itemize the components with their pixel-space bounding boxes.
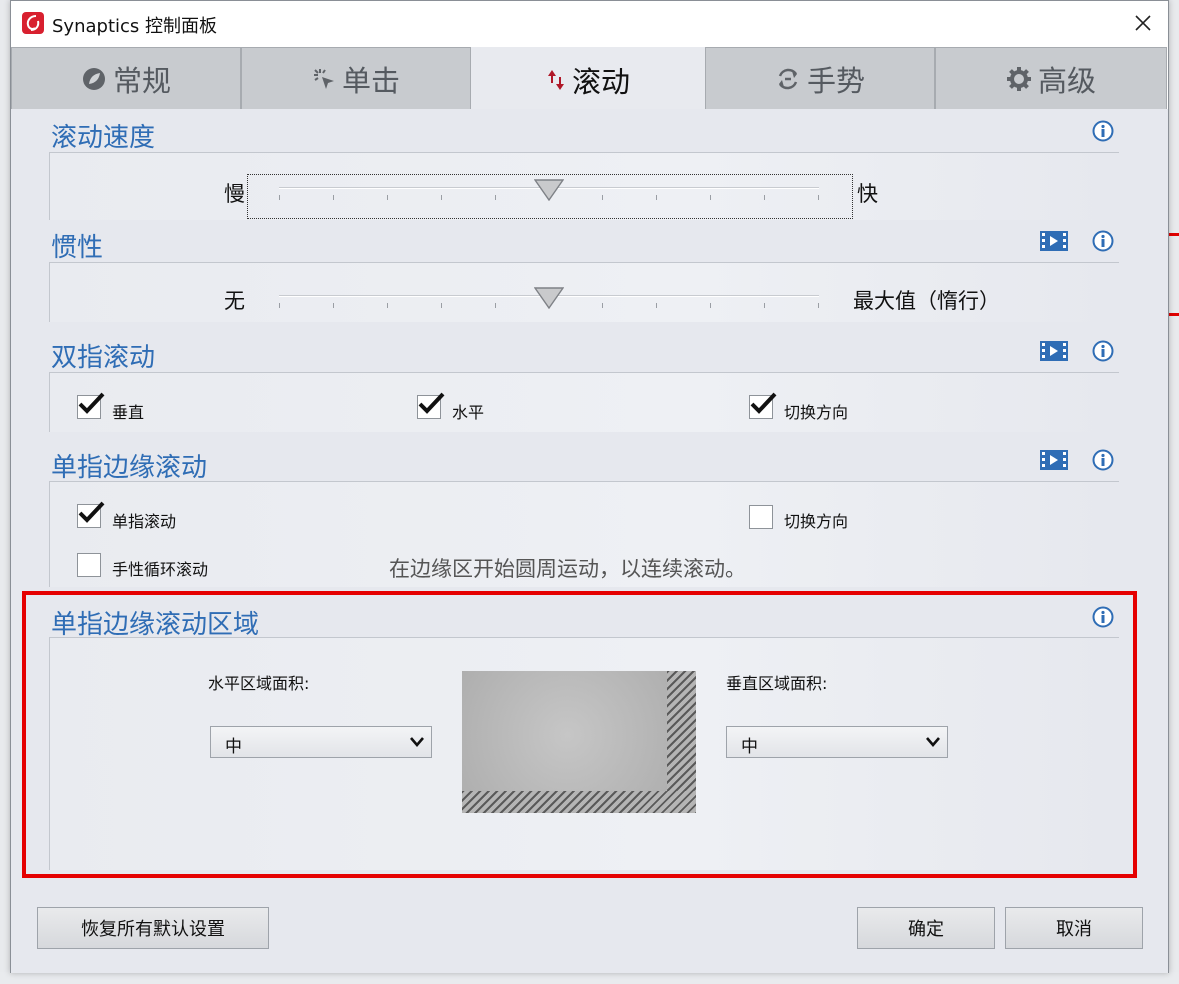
window-title: Synaptics 控制面板 <box>52 16 217 37</box>
slider-thumb[interactable] <box>534 287 564 309</box>
scroll-speed-title: 滚动速度 <box>51 123 156 153</box>
video-demo-icon[interactable] <box>1039 340 1069 362</box>
tab-general-label: 常规 <box>112 63 171 98</box>
slider-tick <box>279 303 280 308</box>
slider-tick <box>495 303 496 308</box>
checkmark-icon <box>418 392 445 414</box>
slider-tick <box>602 195 603 200</box>
inertia-min-label: 无 <box>224 289 245 313</box>
tab-gesture[interactable]: 手势 <box>705 47 935 109</box>
single-finger-scroll-label: 单指滚动 <box>112 512 177 531</box>
slider-tick <box>279 195 280 200</box>
synaptics-control-panel-window: Synaptics 控制面板 常规 单击 滚动 手势 高级 滚动速度 慢 快 惯… <box>10 0 1169 973</box>
inertia-slider[interactable] <box>279 287 819 317</box>
video-demo-icon[interactable] <box>1039 230 1069 252</box>
slider-tick <box>333 303 334 308</box>
horizontal-scroll-label: 水平 <box>452 403 485 422</box>
background-window-bottom <box>0 972 1179 984</box>
info-icon[interactable] <box>1092 120 1114 142</box>
slider-tick <box>710 195 711 200</box>
inertia-title: 惯性 <box>51 233 104 263</box>
reverse-direction-checkbox[interactable] <box>749 392 777 419</box>
tab-click-label: 单击 <box>341 63 400 98</box>
highlight-annotation-box <box>22 591 1137 878</box>
video-demo-icon[interactable] <box>1039 449 1069 471</box>
slider-tick <box>656 303 657 308</box>
slider-tick <box>764 195 765 200</box>
slider-tick <box>387 195 388 200</box>
single-finger-scroll-checkbox[interactable] <box>77 501 105 528</box>
checkmark-icon <box>78 392 105 414</box>
scroll-speed-max-label: 快 <box>857 182 878 206</box>
cancel-button[interactable]: 取消 <box>1005 907 1143 949</box>
tab-general[interactable]: 常规 <box>11 47 241 109</box>
checkmark-icon <box>78 501 105 523</box>
two-finger-scroll-box <box>49 372 1119 432</box>
tab-scroll-label: 滚动 <box>571 64 630 99</box>
slider-tick <box>818 303 819 308</box>
info-icon[interactable] <box>1092 449 1114 471</box>
inertia-max-label: 最大值（惰行） <box>853 289 1000 313</box>
scroll-speed-slider[interactable] <box>279 179 819 209</box>
slider-tick <box>764 303 765 308</box>
info-icon[interactable] <box>1092 230 1114 252</box>
background-window-right <box>1168 0 1179 984</box>
tab-bar: 常规 单击 滚动 手势 高级 <box>11 47 1168 111</box>
scroll-settings-panel: 滚动速度 慢 快 惯性 无 最大值（惰行） 双指滚动 垂直 水平 切换方向 单指… <box>11 109 1168 973</box>
reverse-direction-label: 切换方向 <box>784 403 849 422</box>
checkmark-icon <box>750 392 777 414</box>
close-button[interactable] <box>1119 1 1167 45</box>
edge-scroll-title: 单指边缘滚动 <box>51 453 208 483</box>
click-icon <box>312 67 336 91</box>
tab-advanced[interactable]: 高级 <box>935 47 1167 109</box>
slider-tick <box>441 303 442 308</box>
chiral-scroll-label: 手性循环滚动 <box>112 560 209 579</box>
horizontal-scroll-checkbox[interactable] <box>417 392 445 419</box>
info-icon[interactable] <box>1092 340 1114 362</box>
slider-tick <box>602 303 603 308</box>
scroll-speed-min-label: 慢 <box>224 182 245 206</box>
slider-tick <box>333 195 334 200</box>
edge-reverse-direction-checkbox[interactable] <box>749 505 773 529</box>
edge-reverse-direction-label: 切换方向 <box>784 512 849 531</box>
two-finger-scroll-title: 双指滚动 <box>51 343 156 373</box>
gear-icon <box>1006 66 1032 92</box>
slider-tick <box>441 195 442 200</box>
slider-tick <box>656 195 657 200</box>
vertical-scroll-checkbox[interactable] <box>77 392 105 419</box>
restore-defaults-button[interactable]: 恢复所有默认设置 <box>37 907 269 949</box>
slider-tick <box>387 303 388 308</box>
slider-tick <box>495 195 496 200</box>
tab-advanced-label: 高级 <box>1037 63 1096 98</box>
chiral-scroll-checkbox[interactable] <box>77 553 101 577</box>
gesture-icon <box>775 66 801 92</box>
tab-click[interactable]: 单击 <box>241 47 471 109</box>
tab-gesture-label: 手势 <box>806 63 865 98</box>
vertical-scroll-label: 垂直 <box>112 403 145 422</box>
slider-tick <box>710 303 711 308</box>
close-icon <box>1135 15 1151 31</box>
synaptics-logo-icon <box>22 12 44 34</box>
background-red-line <box>1168 313 1179 316</box>
scroll-arrows-icon <box>546 67 566 93</box>
tab-scroll[interactable]: 滚动 <box>471 47 705 111</box>
leaf-icon <box>81 66 107 92</box>
slider-tick <box>818 195 819 200</box>
chiral-scroll-hint: 在边缘区开始圆周运动，以连续滚动。 <box>389 557 746 581</box>
slider-thumb[interactable] <box>534 179 564 201</box>
title-bar: Synaptics 控制面板 <box>11 1 1168 47</box>
ok-button[interactable]: 确定 <box>857 907 995 949</box>
background-red-line <box>1168 233 1179 236</box>
